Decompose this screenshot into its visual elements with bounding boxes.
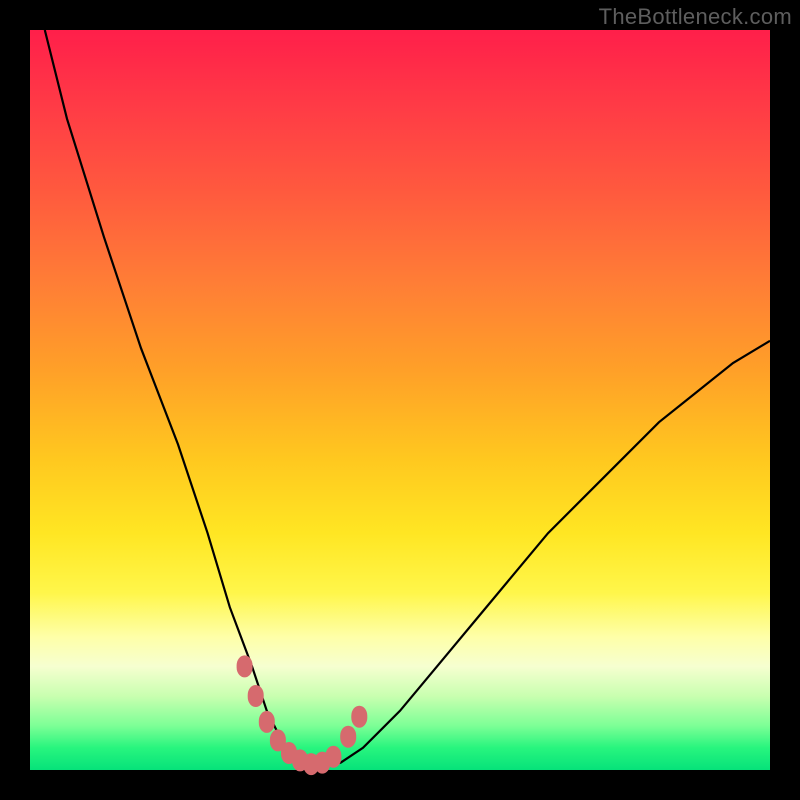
chart-svg bbox=[30, 30, 770, 770]
highlight-dot bbox=[259, 711, 275, 733]
highlight-dot bbox=[248, 685, 264, 707]
highlight-dot bbox=[325, 746, 341, 768]
curve-line bbox=[45, 30, 770, 766]
highlight-dot bbox=[340, 726, 356, 748]
plot-area bbox=[30, 30, 770, 770]
watermark-text: TheBottleneck.com bbox=[599, 4, 792, 30]
highlight-dot bbox=[351, 706, 367, 728]
chart-frame: TheBottleneck.com bbox=[0, 0, 800, 800]
highlight-dot bbox=[237, 655, 253, 677]
bottleneck-curve bbox=[45, 30, 770, 766]
